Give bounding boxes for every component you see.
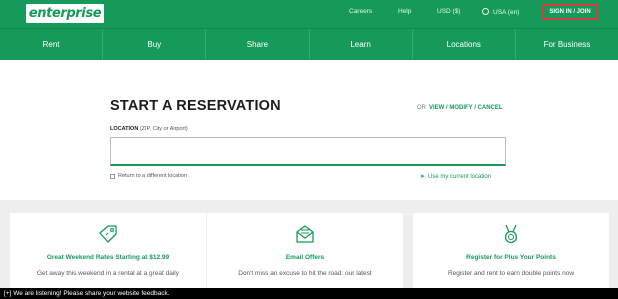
help-link[interactable]: Help bbox=[398, 8, 411, 15]
promo-card-email[interactable]: Email Offers Don't miss an excuse to hit… bbox=[207, 213, 403, 293]
currency-selector[interactable]: USD ($) bbox=[437, 8, 460, 15]
use-location-label: Use my current location bbox=[428, 174, 492, 180]
language-selector[interactable]: USA (en) bbox=[482, 8, 519, 16]
reservation-title: START A RESERVATION bbox=[110, 98, 281, 114]
language-label: USA (en) bbox=[493, 9, 520, 16]
careers-link[interactable]: Careers bbox=[349, 8, 372, 15]
or-text: OR bbox=[417, 105, 426, 111]
use-current-location-link[interactable]: ➤ Use my current location bbox=[420, 173, 491, 180]
main-nav: Rent Buy Share Learn Locations For Busin… bbox=[0, 28, 618, 60]
location-arrow-icon: ➤ bbox=[420, 174, 426, 180]
promo-title: Great Weekend Rates Starting at $12.99 bbox=[46, 254, 170, 261]
view-modify-cancel-link[interactable]: VIEW / MODIFY / CANCEL bbox=[429, 105, 503, 111]
sign-in-join-button[interactable]: SIGN IN / JOIN bbox=[542, 4, 598, 20]
nav-item-rent[interactable]: Rent bbox=[0, 29, 104, 60]
return-location-checkbox[interactable] bbox=[110, 173, 115, 179]
promo-title: Email Offers bbox=[285, 254, 325, 261]
promo-description: Register and rent to earn double points … bbox=[447, 270, 575, 277]
nav-item-share[interactable]: Share bbox=[206, 29, 310, 60]
location-label: LOCATION (ZIP, City or Airport) bbox=[110, 126, 188, 132]
return-different-location[interactable]: Return to a different location bbox=[110, 173, 187, 179]
location-input[interactable] bbox=[110, 137, 506, 166]
nav-item-locations[interactable]: Locations bbox=[413, 29, 516, 60]
tag-icon bbox=[99, 225, 117, 243]
envelope-icon bbox=[296, 225, 314, 243]
globe-icon bbox=[482, 8, 489, 15]
location-label-text: LOCATION bbox=[110, 126, 139, 132]
promo-card-weekend[interactable]: Great Weekend Rates Starting at $12.99 G… bbox=[10, 213, 206, 293]
top-bar: enterprise Careers Help USD ($) USA (en)… bbox=[0, 0, 618, 28]
nav-item-learn[interactable]: Learn bbox=[310, 29, 413, 60]
nav-item-buy[interactable]: Buy bbox=[103, 29, 207, 60]
medal-icon bbox=[504, 224, 518, 244]
logo-text: enterprise bbox=[28, 6, 102, 21]
modify-reservation-line: OR VIEW / MODIFY / CANCEL bbox=[417, 105, 503, 111]
feedback-bar[interactable]: [+] We are listening! Please share your … bbox=[0, 288, 618, 299]
nav-item-for-business[interactable]: For Business bbox=[516, 29, 618, 60]
return-location-label: Return to a different location bbox=[118, 173, 187, 179]
promo-description: Don't miss an excuse to hit the road: ou… bbox=[238, 270, 372, 277]
promo-title: Register for Plus Your Points bbox=[466, 254, 556, 261]
promo-card-plus[interactable]: Register for Plus Your Points Register a… bbox=[413, 213, 609, 293]
location-hint: (ZIP, City or Airport) bbox=[139, 126, 188, 132]
enterprise-logo[interactable]: enterprise bbox=[26, 4, 104, 23]
promo-description: Get away this weekend in a rental at a g… bbox=[37, 270, 179, 277]
